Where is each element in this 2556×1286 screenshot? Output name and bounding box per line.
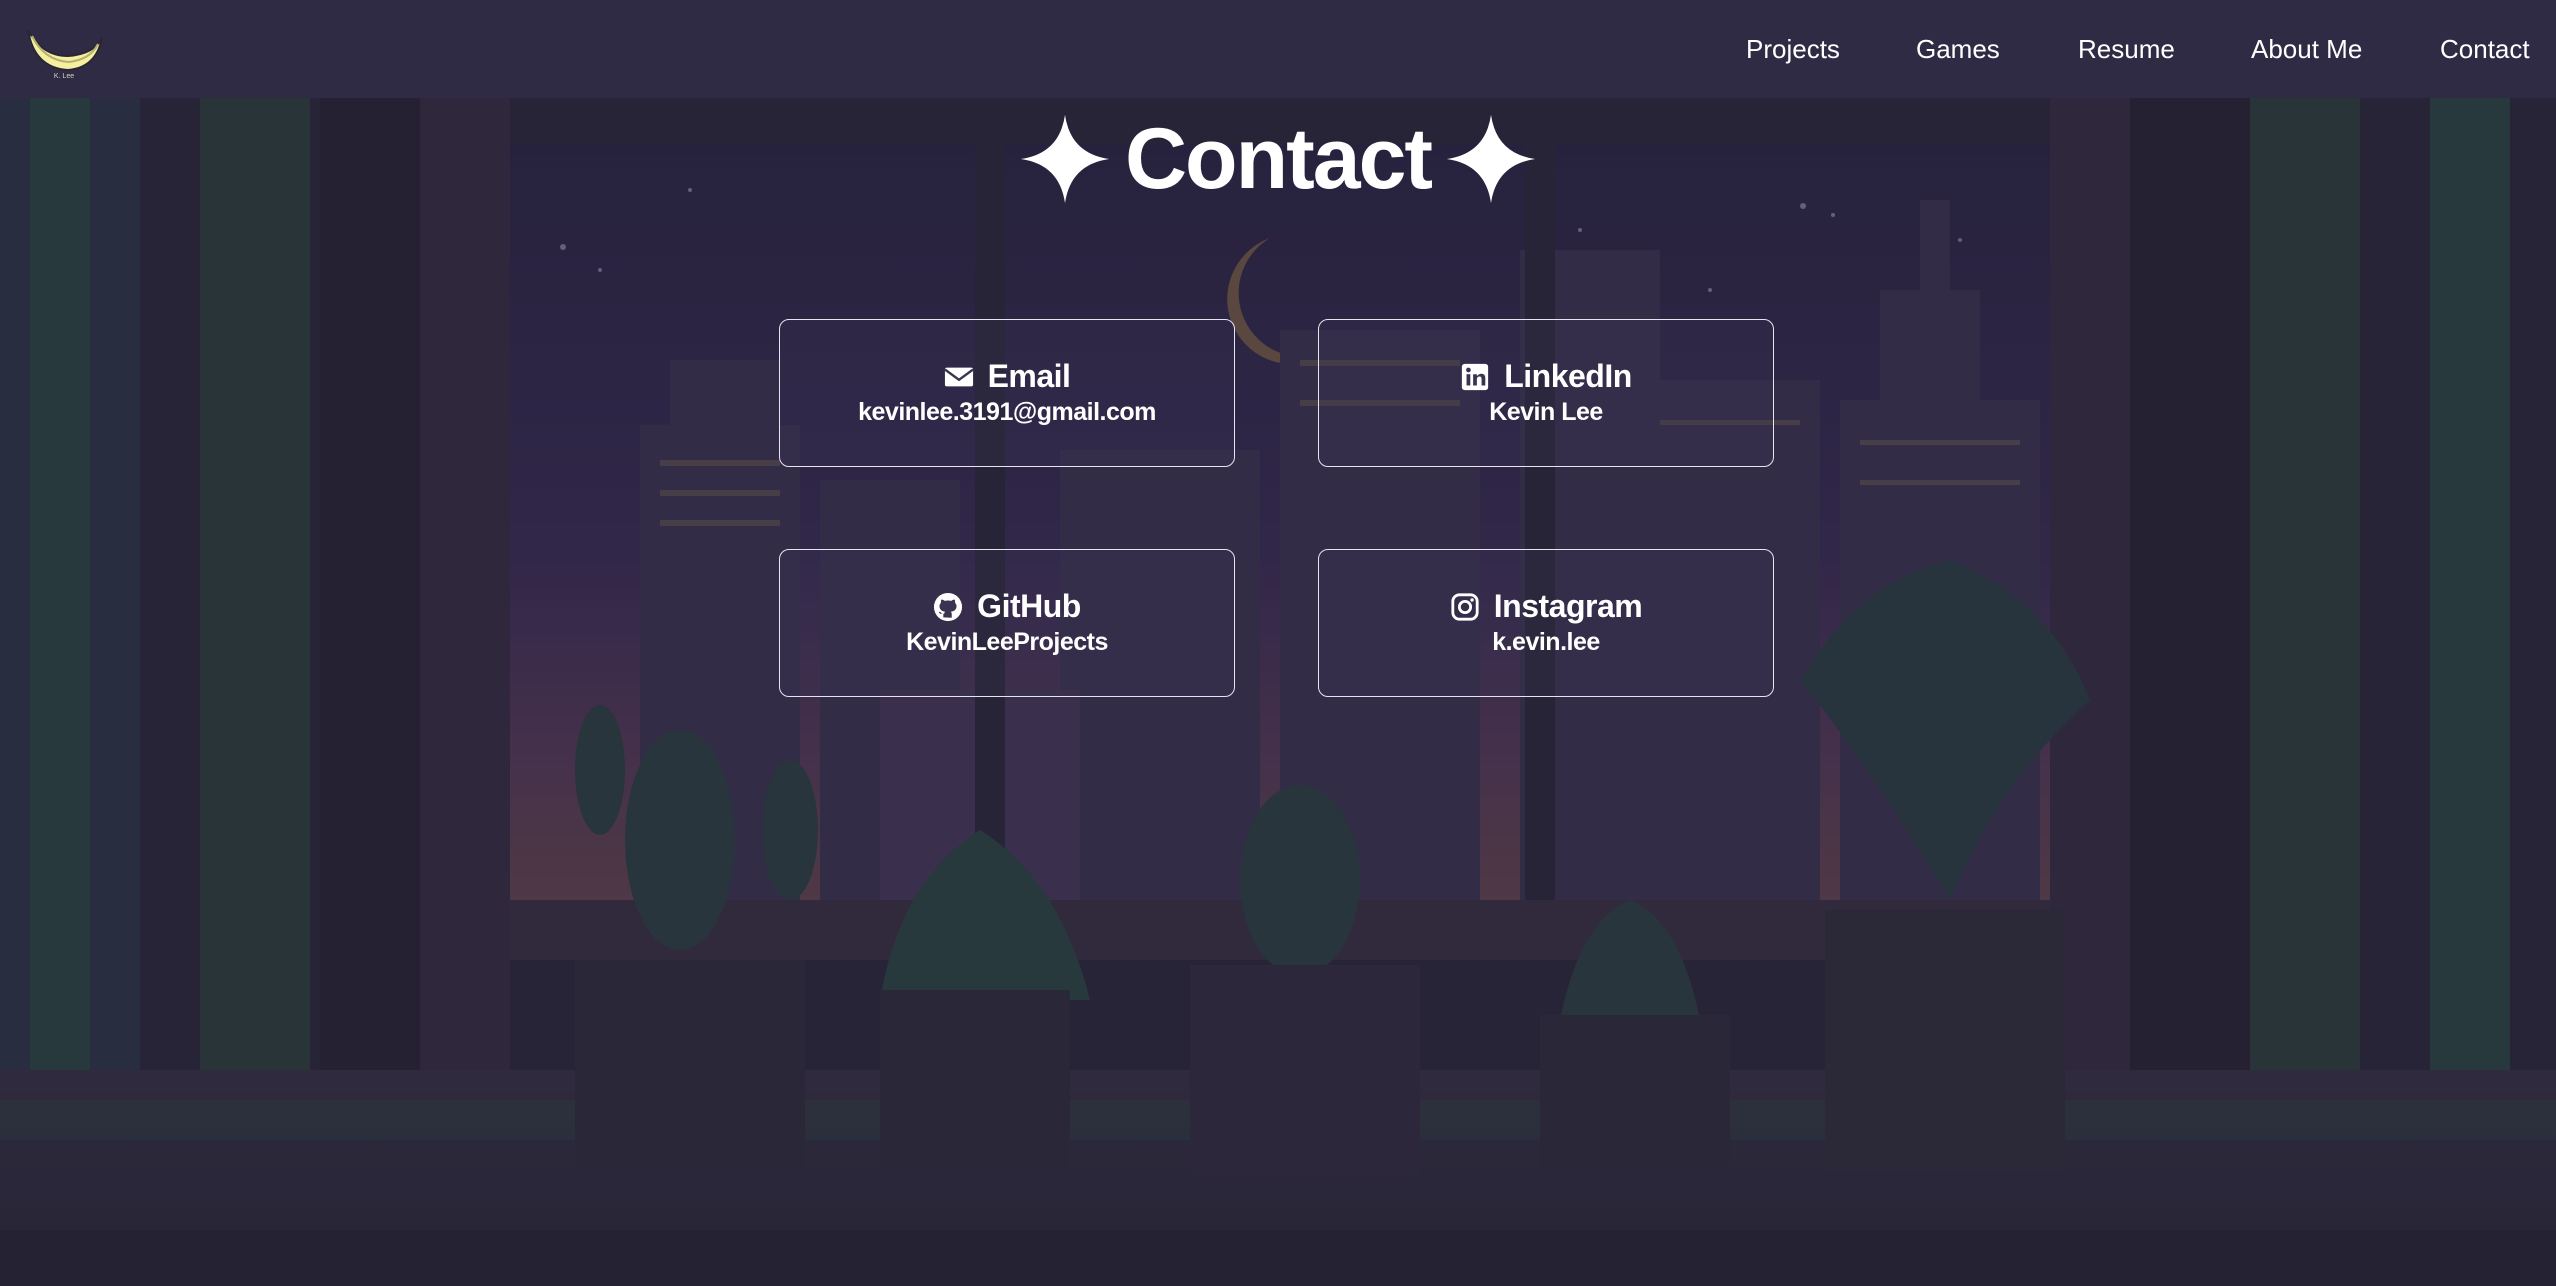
email-card[interactable]: Email kevinlee.3191@gmail.com	[779, 319, 1235, 467]
nav-resume-link[interactable]: Resume	[2078, 34, 2175, 65]
banana-moon-icon: K. Lee	[27, 29, 103, 80]
email-label: Email	[987, 358, 1071, 394]
page-title: Contact	[1124, 110, 1433, 207]
svg-text:K. Lee: K. Lee	[54, 73, 74, 80]
nav-projects-link[interactable]: Projects	[1746, 34, 1840, 65]
github-card[interactable]: GitHub KevinLeeProjects	[779, 549, 1235, 697]
nav-contact-link[interactable]: Contact	[2440, 34, 2530, 65]
linkedin-value: Kevin Lee	[1489, 398, 1603, 426]
envelope-icon	[943, 367, 974, 386]
linkedin-icon	[1462, 363, 1489, 390]
sparkle-icon	[1020, 114, 1110, 204]
email-value: kevinlee.3191@gmail.com	[858, 398, 1156, 426]
github-icon	[934, 592, 963, 621]
instagram-value: k.evin.lee	[1492, 628, 1600, 656]
sparkle-icon	[1446, 114, 1536, 204]
instagram-icon	[1451, 592, 1479, 621]
linkedin-label: LinkedIn	[1504, 358, 1632, 394]
logo[interactable]: K. Lee	[24, 24, 106, 80]
linkedin-card[interactable]: LinkedIn Kevin Lee	[1318, 319, 1774, 467]
page-heading: Contact	[0, 104, 2556, 214]
nav-about-me-link[interactable]: About Me	[2251, 34, 2362, 65]
nav-games-link[interactable]: Games	[1916, 34, 2000, 65]
instagram-card[interactable]: Instagram k.evin.lee	[1318, 549, 1774, 697]
github-value: KevinLeeProjects	[906, 628, 1108, 656]
contact-page: K. Lee Projects Games Resume About Me Co…	[0, 0, 2556, 1286]
github-label: GitHub	[977, 588, 1081, 624]
instagram-label: Instagram	[1493, 588, 1643, 624]
top-navbar: K. Lee Projects Games Resume About Me Co…	[0, 0, 2556, 98]
